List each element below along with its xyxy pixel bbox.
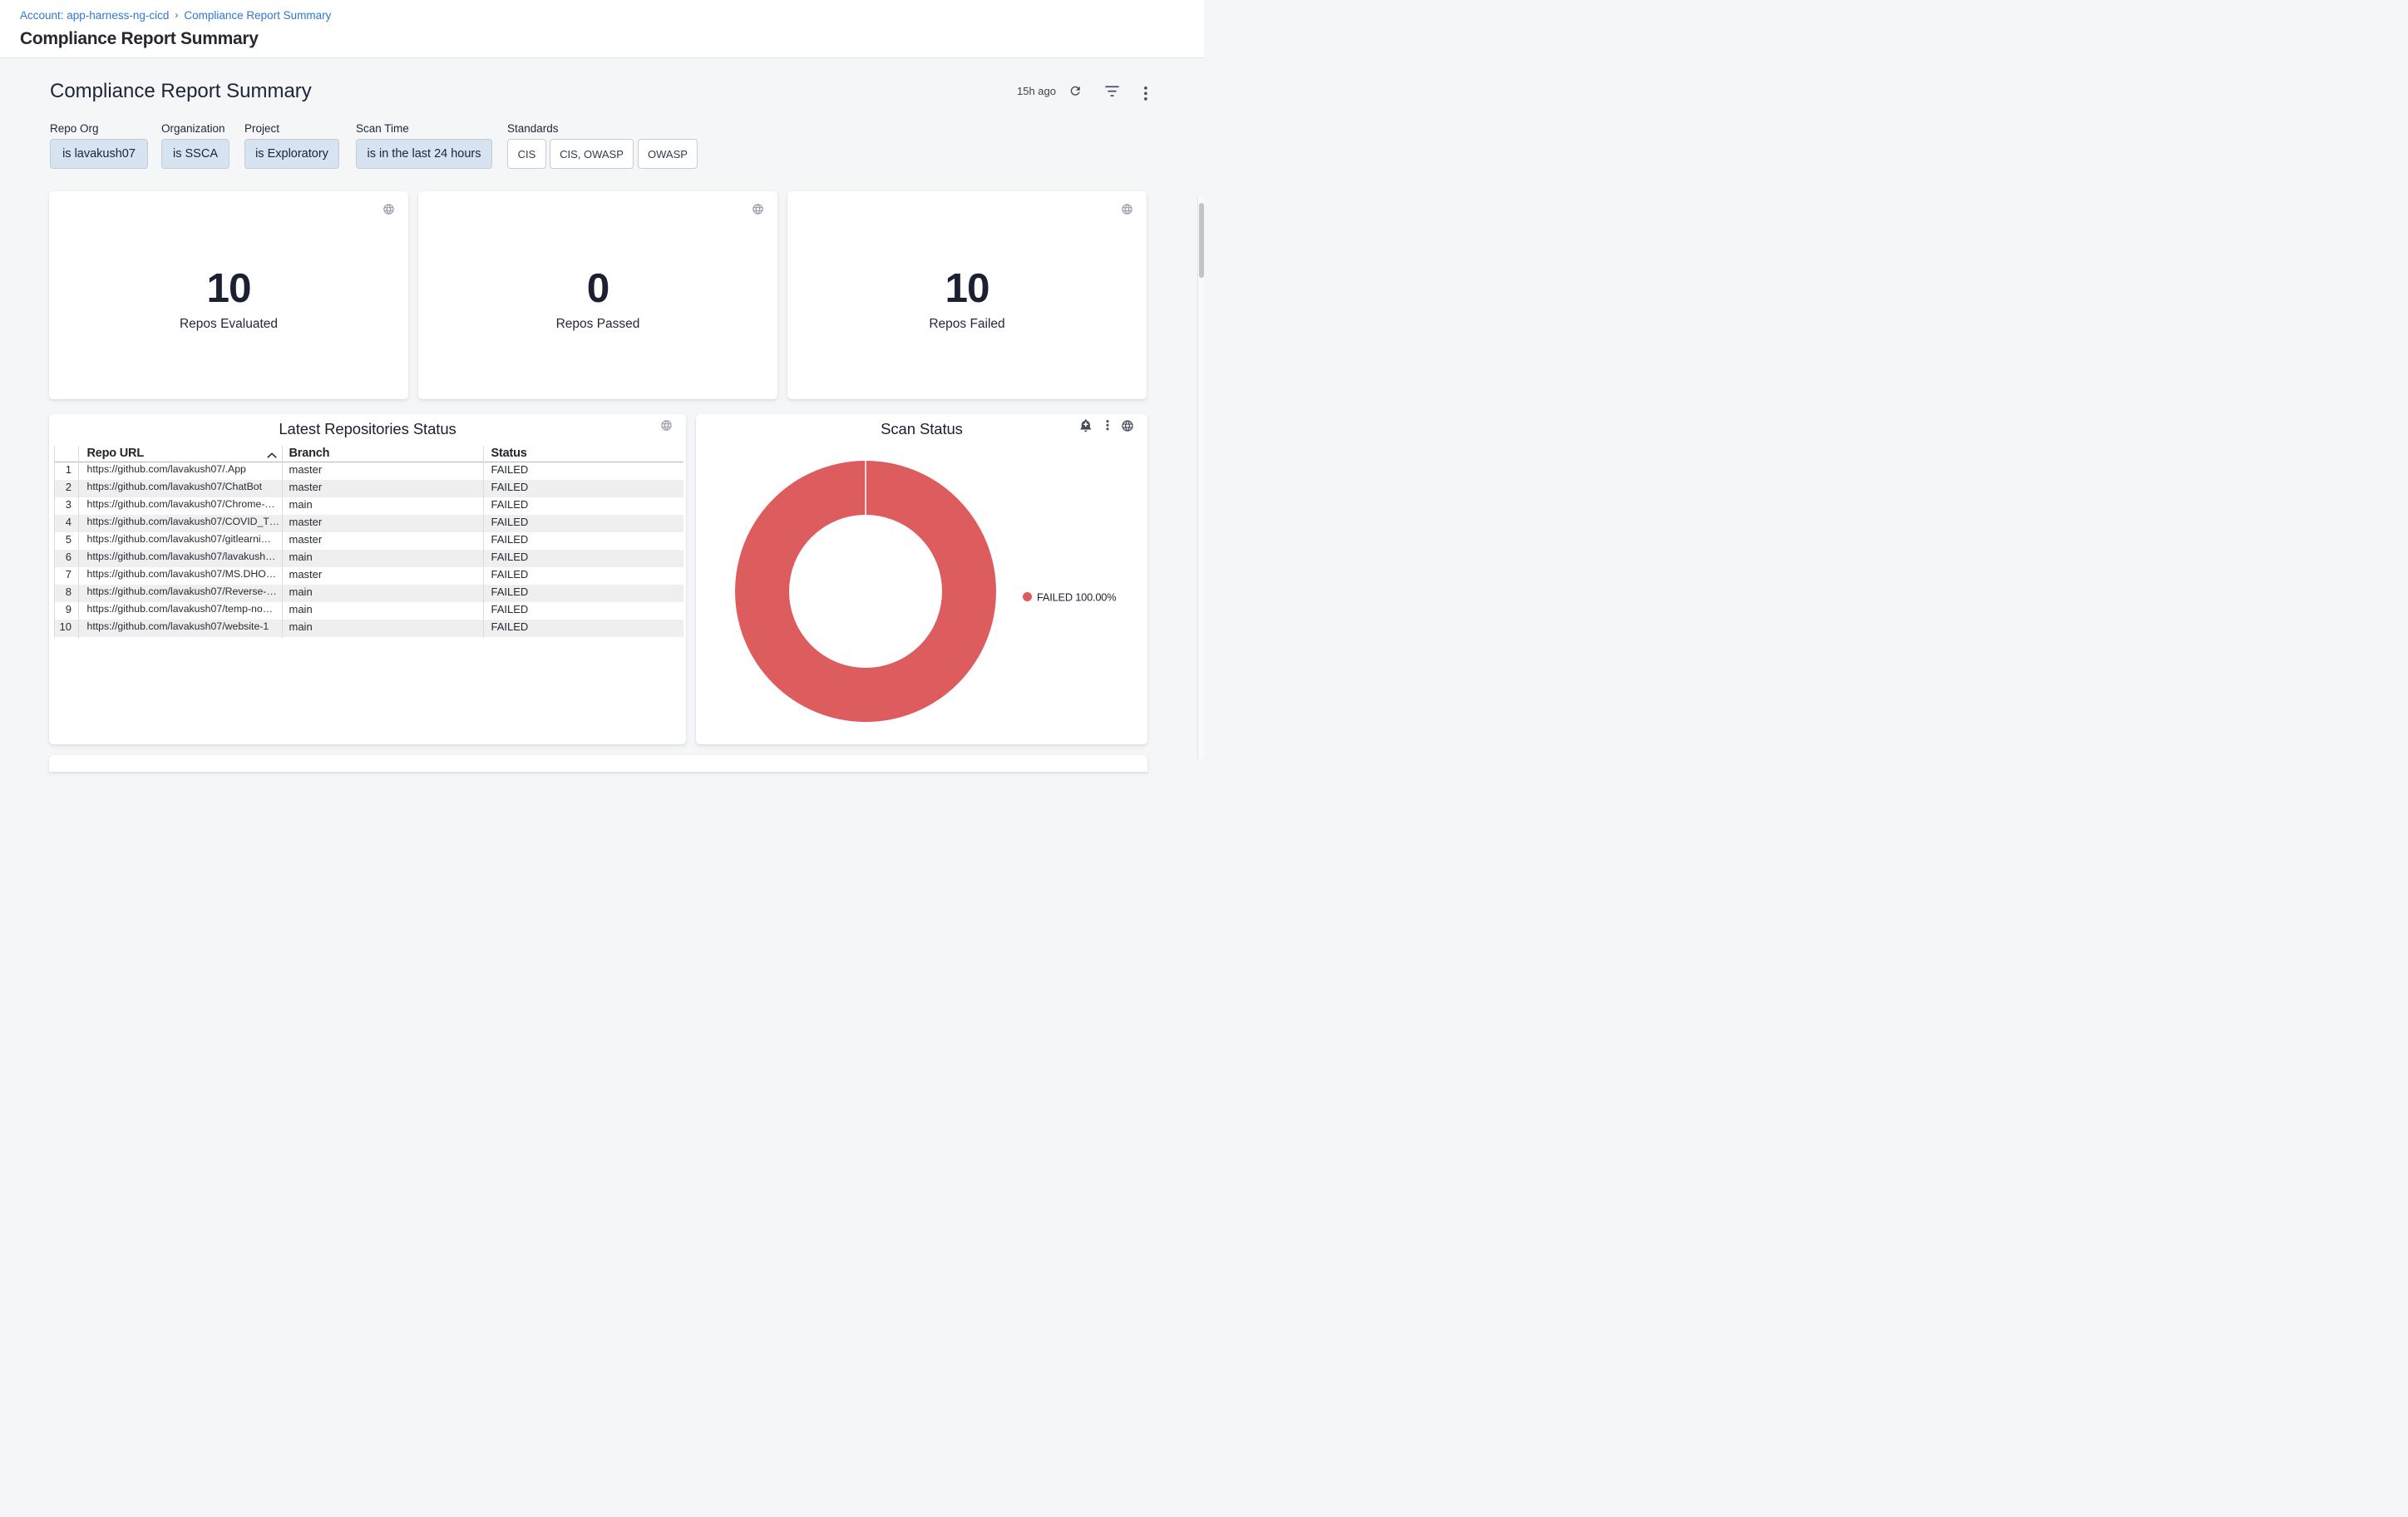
svg-text:FAILED 100.00%: FAILED 100.00% — [1037, 591, 1116, 604]
